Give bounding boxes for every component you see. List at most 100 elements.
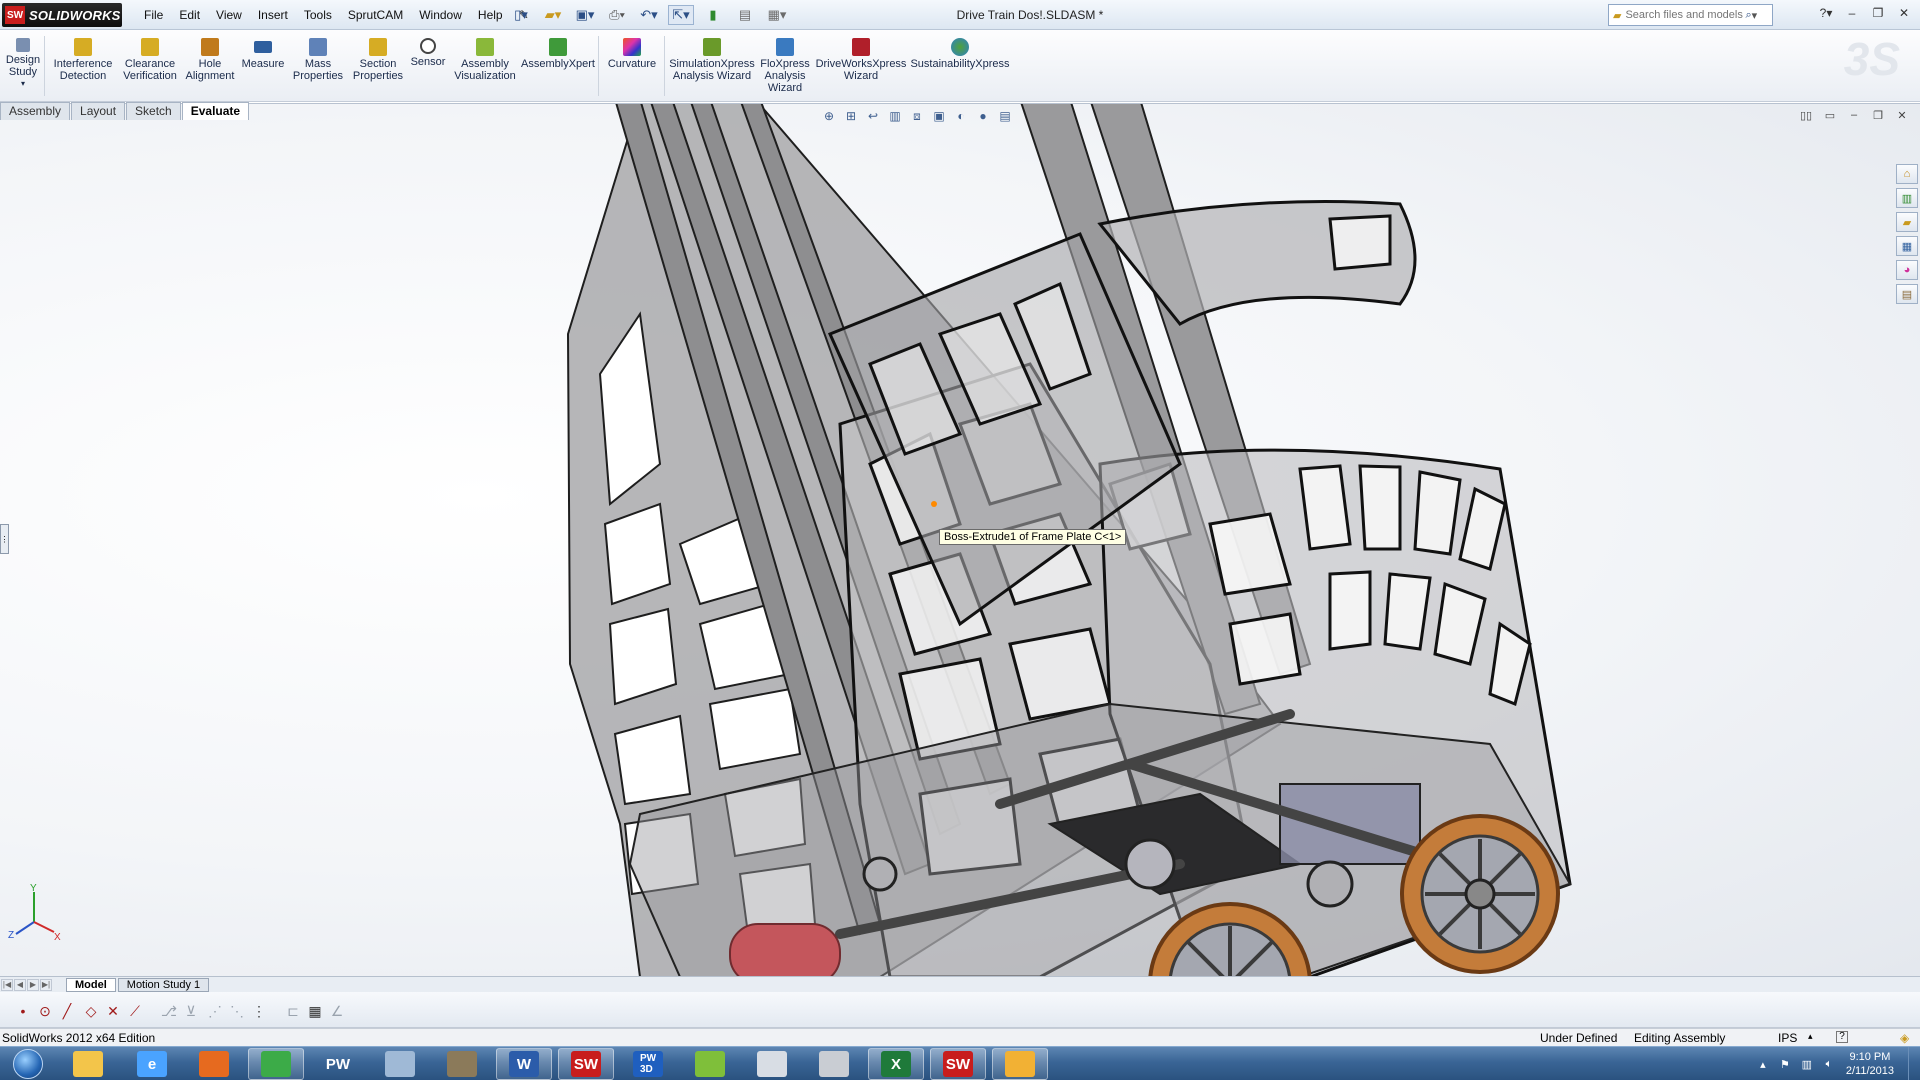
menu-sprutcam[interactable]: SprutCAM — [340, 6, 411, 24]
select-icon[interactable]: ⇱▾ — [668, 5, 694, 25]
taskbar-paint[interactable] — [992, 1048, 1048, 1080]
taskbar-solidworks-2[interactable]: SW — [930, 1048, 986, 1080]
floxpress-button[interactable]: FloXpress Analysis Wizard — [758, 38, 812, 94]
start-button[interactable] — [4, 1048, 52, 1080]
clearance-verification-button[interactable]: Clearance Verification — [120, 38, 180, 82]
hide-show-icon[interactable]: ◐ — [952, 108, 970, 124]
tab-assembly[interactable]: Assembly — [0, 102, 71, 120]
dimension-icon[interactable]: ⊏ — [284, 1002, 302, 1020]
next-tab-icon[interactable]: ▶ — [27, 978, 39, 991]
taskbar-chrome[interactable] — [248, 1048, 304, 1080]
status-help-icon[interactable]: ? — [1836, 1031, 1848, 1043]
taskbar-calculator[interactable] — [744, 1048, 800, 1080]
doc-close-icon[interactable]: ✕ — [1894, 108, 1910, 122]
doc-restore-icon[interactable]: ❐ — [1870, 108, 1886, 122]
doc-minimize-icon[interactable]: – — [1846, 108, 1862, 122]
mass-properties-button[interactable]: Mass Properties — [290, 38, 346, 82]
undo-icon[interactable]: ↶▾ — [636, 5, 662, 25]
curvature-button[interactable]: Curvature — [604, 38, 660, 70]
open-folder-icon[interactable]: ▰▾ — [540, 5, 566, 25]
search-dropdown-icon[interactable]: ▾ — [1752, 9, 1758, 22]
tab-sketch[interactable]: Sketch — [126, 102, 181, 120]
show-desktop-button[interactable] — [1908, 1047, 1920, 1080]
assembly-visualization-button[interactable]: Assembly Visualization — [450, 38, 520, 82]
menu-tools[interactable]: Tools — [296, 6, 340, 24]
taskbar-gimp[interactable] — [434, 1048, 490, 1080]
taskbar-word[interactable]: W — [496, 1048, 552, 1080]
tile-vertical-icon[interactable]: ▯▯ — [1798, 108, 1814, 122]
units-indicator[interactable]: IPS — [1778, 1031, 1797, 1045]
tab-motion-study[interactable]: Motion Study 1 — [117, 977, 210, 992]
menu-file[interactable]: File — [136, 6, 171, 24]
appearance-icon[interactable]: ● — [974, 108, 992, 124]
simulationxpress-button[interactable]: SimulationXpress Analysis Wizard — [668, 38, 756, 82]
sensor-button[interactable]: Sensor — [408, 38, 448, 68]
network-icon[interactable]: ▥ — [1799, 1056, 1815, 1072]
notification-icon[interactable]: ◈ — [1900, 1031, 1909, 1045]
tile-horizontal-icon[interactable]: ▭ — [1822, 108, 1838, 122]
zoom-to-fit-icon[interactable]: ⊕ — [820, 108, 838, 124]
angle-icon[interactable]: ∠ — [328, 1002, 346, 1020]
measure-button[interactable]: Measure — [240, 38, 286, 70]
options-icon[interactable]: ▦▾ — [764, 5, 790, 25]
taskbar-green-app[interactable] — [682, 1048, 738, 1080]
appearances-icon[interactable]: ◕ — [1896, 260, 1918, 280]
menu-window[interactable]: Window — [411, 6, 470, 24]
taskbar-app-circle[interactable] — [372, 1048, 428, 1080]
polygon-icon[interactable]: ◇ — [82, 1002, 100, 1020]
solidworks-logo[interactable]: SW SOLIDWORKS — [2, 3, 122, 27]
flag-icon[interactable]: ⚑ — [1777, 1056, 1793, 1072]
display-style-icon[interactable]: ▣ — [930, 108, 948, 124]
move-icon[interactable]: ⋱ — [228, 1002, 246, 1020]
convert-entities-icon[interactable]: ⟋ — [126, 1002, 144, 1020]
taskbar-solidworks-1[interactable]: SW — [558, 1048, 614, 1080]
taskbar-tool-app[interactable] — [806, 1048, 862, 1080]
restore-icon[interactable]: ❐ — [1868, 4, 1888, 22]
offset-icon[interactable]: ⎇ — [160, 1002, 178, 1020]
resources-home-icon[interactable]: ⌂ — [1896, 164, 1918, 184]
taskbar-pw3d[interactable]: PW 3D — [620, 1048, 676, 1080]
file-properties-icon[interactable]: ▤ — [732, 5, 758, 25]
view-palette-icon[interactable]: ▦ — [1896, 236, 1918, 256]
minimize-icon[interactable]: – — [1842, 4, 1862, 22]
taskbar-firefox[interactable] — [186, 1048, 242, 1080]
line-icon[interactable]: ╱ — [58, 1002, 76, 1020]
file-explorer-icon[interactable]: ▰ — [1896, 212, 1918, 232]
scene-icon[interactable]: ▤ — [996, 108, 1014, 124]
editing-mode[interactable]: Editing Assembly — [1634, 1031, 1725, 1045]
section-properties-button[interactable]: Section Properties — [350, 38, 406, 82]
interference-detection-button[interactable]: Interference Detection — [50, 38, 116, 82]
last-tab-icon[interactable]: ▶| — [40, 978, 52, 991]
tab-layout[interactable]: Layout — [71, 102, 126, 120]
prev-tab-icon[interactable]: ◀ — [14, 978, 26, 991]
zoom-area-icon[interactable]: ⊞ — [842, 108, 860, 124]
graphics-area[interactable]: ⊕ ⊞ ↩ ▥ ⧈ ▣ ◐ ● ▤ ▯▯ ▭ – ❐ ✕ ⌂ ▥ ▰ ▦ ◕ ▤… — [0, 103, 1920, 976]
rebuild-icon[interactable]: ▮ — [700, 5, 726, 25]
search-box[interactable]: ▰ ⌕ ▾ — [1608, 4, 1773, 26]
menu-view[interactable]: View — [208, 6, 250, 24]
trim-icon[interactable]: ✕ — [104, 1002, 122, 1020]
menu-edit[interactable]: Edit — [171, 6, 208, 24]
first-tab-icon[interactable]: |◀ — [1, 978, 13, 991]
section-view-icon[interactable]: ▥ — [886, 108, 904, 124]
pattern-icon[interactable]: ⋰ — [206, 1002, 224, 1020]
search-input[interactable] — [1625, 9, 1746, 21]
design-library-icon[interactable]: ▥ — [1896, 188, 1918, 208]
show-hidden-icons-icon[interactable]: ▴ — [1755, 1056, 1771, 1072]
sustainabilityxpress-button[interactable]: SustainabilityXpress — [910, 38, 1010, 70]
assemblyxpert-button[interactable]: AssemblyXpert — [521, 38, 595, 70]
menu-help[interactable]: Help — [470, 6, 511, 24]
volume-icon[interactable]: 🔈︎ — [1821, 1056, 1837, 1072]
driveworksxpress-button[interactable]: DriveWorksXpress Wizard — [814, 38, 908, 82]
tab-model[interactable]: Model — [66, 977, 116, 992]
units-dropdown-icon[interactable]: ▴ — [1808, 1031, 1813, 1042]
taskbar-pw[interactable]: PW — [310, 1048, 366, 1080]
design-study-button[interactable]: Design Study ▾ — [6, 38, 40, 90]
point-icon[interactable]: • — [14, 1002, 32, 1020]
clock[interactable]: 9:10 PM 2/11/2013 — [1846, 1050, 1894, 1078]
close-icon[interactable]: ✕ — [1894, 4, 1914, 22]
circle-icon[interactable]: ⊙ — [36, 1002, 54, 1020]
help-icon[interactable]: ?▾ — [1816, 4, 1836, 22]
grid-icon[interactable]: ▦ — [306, 1002, 324, 1020]
save-icon[interactable]: ▣▾ — [572, 5, 598, 25]
